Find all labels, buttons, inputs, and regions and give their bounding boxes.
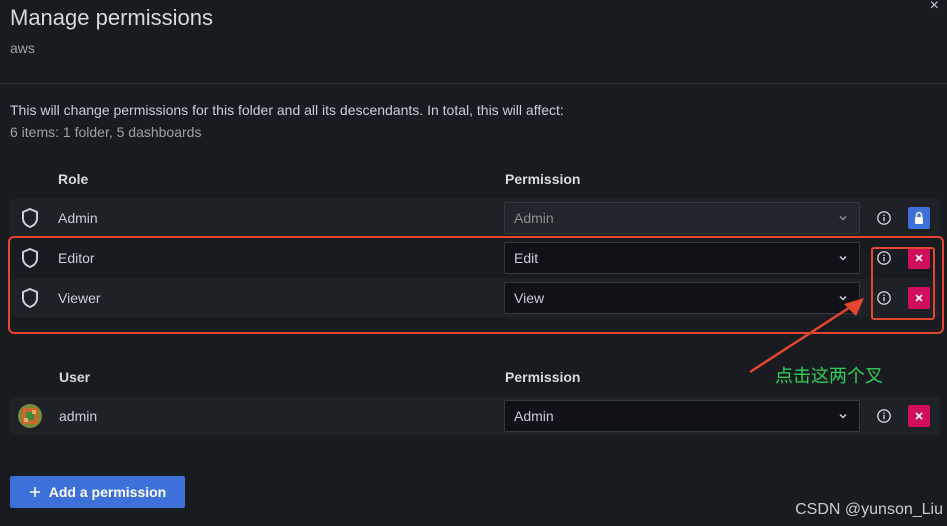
modal-title: Manage permissions xyxy=(10,5,213,30)
user-column-header: User xyxy=(59,369,91,385)
chevron-down-icon xyxy=(839,215,847,221)
permission-value: Admin xyxy=(514,408,554,424)
add-permission-button[interactable]: Add a permission xyxy=(10,476,185,508)
avatar xyxy=(18,404,42,428)
user-name: admin xyxy=(59,408,98,424)
role-row-admin: Admin Admin xyxy=(10,199,940,237)
user-permission-column-header: Permission xyxy=(505,369,581,385)
permission-value: Admin xyxy=(514,210,554,226)
annotation-highlight-buttons xyxy=(871,247,935,320)
close-icon[interactable]: × xyxy=(930,0,939,14)
lock-button[interactable] xyxy=(908,207,930,229)
shield-icon xyxy=(20,208,40,228)
lock-icon xyxy=(915,211,923,224)
header-divider xyxy=(0,83,947,84)
modal-header: Manage permissions aws xyxy=(10,4,213,56)
chevron-down-icon xyxy=(839,413,847,419)
modal-subtitle: aws xyxy=(10,40,35,56)
remove-button[interactable] xyxy=(908,405,930,427)
info-line-1: This will change permissions for this fo… xyxy=(10,102,564,118)
plus-icon xyxy=(29,487,40,497)
info-line-2: 6 items: 1 folder, 5 dashboards xyxy=(10,124,202,140)
add-permission-label: Add a permission xyxy=(48,484,167,500)
annotation-text: 点击这两个叉 xyxy=(775,366,883,386)
permission-select: Admin xyxy=(504,202,860,234)
close-icon xyxy=(915,412,923,420)
info-icon[interactable] xyxy=(876,210,892,226)
role-column-header: Role xyxy=(58,171,89,187)
permission-select[interactable]: Admin xyxy=(504,400,860,432)
info-icon[interactable] xyxy=(876,408,892,424)
user-row-admin: admin Admin xyxy=(10,397,940,435)
watermark: CSDN @yunson_Liu xyxy=(795,501,943,518)
permission-column-header: Permission xyxy=(505,171,581,187)
role-name: Admin xyxy=(58,210,98,226)
info-text: This will change permissions for this fo… xyxy=(10,102,564,140)
